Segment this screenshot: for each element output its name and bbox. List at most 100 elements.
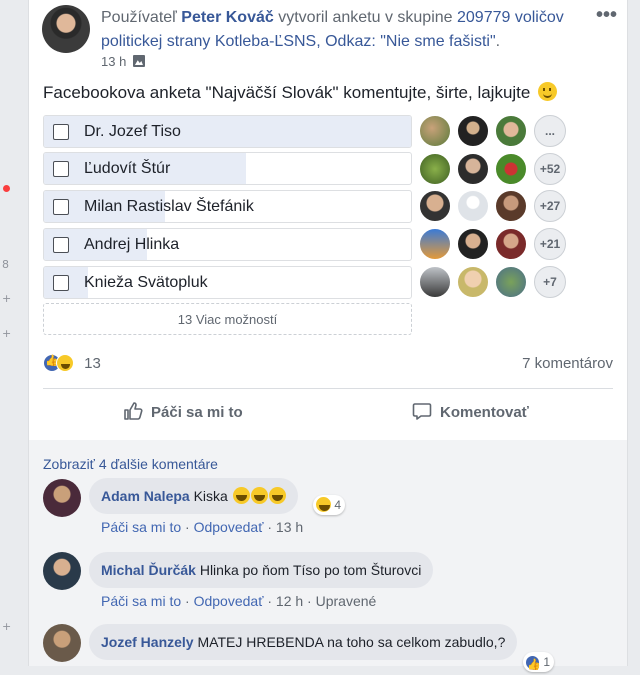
laughing-emoji-icon xyxy=(268,487,286,504)
voter-avatar[interactable] xyxy=(419,115,451,147)
like-label: Páči sa mi to xyxy=(151,404,243,421)
comment-reaction-badge[interactable]: 4 xyxy=(313,495,346,515)
more-options-icon[interactable]: ••• xyxy=(596,4,617,27)
voter-avatar[interactable] xyxy=(457,266,489,298)
poll-option-label: Ľudovít Štúr xyxy=(84,160,171,177)
comments-section: Zobraziť 4 ďalšie komentáre Adam Nalepa … xyxy=(29,440,627,675)
audience-icon[interactable] xyxy=(132,55,145,67)
poll-option-label: Dr. Jozef Tiso xyxy=(84,123,181,140)
comment-time[interactable]: 12 h xyxy=(276,593,303,609)
divider xyxy=(43,388,613,389)
poll-option[interactable]: Andrej Hlinka xyxy=(43,228,412,261)
comments-count-link[interactable]: 7 komentárov xyxy=(522,355,613,372)
poll-option-label: Knieža Svätopluk xyxy=(84,274,208,291)
poll-checkbox[interactable] xyxy=(53,199,69,215)
comment-like-link[interactable]: Páči sa mi to xyxy=(101,593,181,609)
comment-meta: Páči sa mi to · Odpovedať · 13 h xyxy=(101,519,303,535)
left-strip-char: + xyxy=(2,292,12,305)
comment-author[interactable]: Adam Nalepa xyxy=(101,488,190,504)
poll-option[interactable]: Knieža Svätopluk xyxy=(43,266,412,299)
poll-option[interactable]: Ľudovít Štúr xyxy=(43,152,412,185)
comment-reaction-count: 1 xyxy=(543,655,551,669)
separator: · xyxy=(185,519,190,535)
comment-like-link[interactable]: Páči sa mi to xyxy=(101,519,181,535)
comment-reaction-count: 4 xyxy=(334,498,342,512)
voter-avatar[interactable] xyxy=(457,115,489,147)
voter-avatar[interactable] xyxy=(457,228,489,260)
separator: · xyxy=(267,519,273,535)
reactions-summary[interactable]: 13 xyxy=(43,354,101,372)
voter-avatar[interactable] xyxy=(457,190,489,222)
more-voters-button[interactable]: +52 xyxy=(534,153,566,185)
like-reaction-icon xyxy=(525,655,541,675)
more-voters-button[interactable]: +21 xyxy=(534,228,566,260)
separator: · xyxy=(307,593,312,609)
poll-option[interactable]: Dr. Jozef Tiso xyxy=(43,115,412,148)
comment-author[interactable]: Jozef Hanzely xyxy=(101,634,194,650)
voter-avatar[interactable] xyxy=(419,228,451,260)
left-sidebar-edge: 8 + + + xyxy=(0,0,14,666)
post-time[interactable]: 13 h xyxy=(101,54,126,69)
view-more-comments-link[interactable]: Zobraziť 4 ďalšie komentáre xyxy=(43,456,218,472)
more-voters-button[interactable]: +27 xyxy=(534,190,566,222)
comment-bubble: Jozef Hanzely MATEJ HREBENDA na toho sa … xyxy=(89,624,518,660)
voter-avatar[interactable] xyxy=(495,153,527,185)
comment-reply-link[interactable]: Odpovedať xyxy=(194,593,264,609)
comment-icon xyxy=(412,403,432,420)
laughing-emoji-icon xyxy=(250,487,268,504)
poll-checkbox[interactable] xyxy=(53,161,69,177)
comment-bubble: Adam Nalepa Kiska xyxy=(89,478,298,514)
comment-button[interactable]: Komentovať xyxy=(412,401,529,421)
header-prefix: Používateľ xyxy=(101,9,177,26)
more-poll-options-button[interactable]: 13 Viac možností xyxy=(43,303,412,335)
poll-option[interactable]: Milan Rastislav Štefánik xyxy=(43,190,412,223)
voter-avatar[interactable] xyxy=(457,153,489,185)
notification-dot xyxy=(3,185,10,192)
header-action: vytvoril anketu v skupine xyxy=(278,9,453,26)
comment-meta: Páči sa mi to · Odpovedať · 12 h · Uprav… xyxy=(101,593,376,609)
more-voters-button[interactable]: +7 xyxy=(534,266,566,298)
poll-option-label: Andrej Hlinka xyxy=(84,236,180,253)
comment-author[interactable]: Michal Ďurčák xyxy=(101,562,196,578)
comment-text: Kiska xyxy=(193,488,228,504)
haha-reaction-icon xyxy=(316,497,331,512)
voter-avatar[interactable] xyxy=(419,153,451,185)
left-strip-char: + xyxy=(2,327,12,340)
smile-emoji-icon xyxy=(538,82,558,101)
comment-reply-link[interactable]: Odpovedať xyxy=(194,519,264,535)
header-end: . xyxy=(495,33,501,50)
more-voters-button[interactable]: ... xyxy=(534,115,566,147)
separator: · xyxy=(185,593,190,609)
commenter-avatar[interactable] xyxy=(43,552,81,590)
left-strip-char: + xyxy=(2,620,12,633)
comment-edited[interactable]: Upravené xyxy=(316,593,377,609)
post-card: Používateľ Peter Kováč vytvoril anketu v… xyxy=(28,0,628,675)
comment-label: Komentovať xyxy=(440,404,529,421)
reaction-count: 13 xyxy=(84,355,101,372)
voter-avatar[interactable] xyxy=(495,228,527,260)
haha-reaction-icon xyxy=(56,354,74,372)
comment-reaction-badge[interactable]: 1 xyxy=(523,652,555,675)
comment-time[interactable]: 13 h xyxy=(276,519,303,535)
voter-avatar[interactable] xyxy=(495,266,527,298)
comment-text: MATEJ HREBENDA na toho sa celkom zabudlo… xyxy=(197,634,506,650)
poll-checkbox[interactable] xyxy=(53,124,69,140)
like-button[interactable]: Páči sa mi to xyxy=(123,401,243,421)
commenter-avatar[interactable] xyxy=(43,479,81,517)
voter-avatar[interactable] xyxy=(495,190,527,222)
comment-text: Hlinka po ňom Tíso po tom Šturovci xyxy=(199,562,422,578)
voter-avatar[interactable] xyxy=(495,115,527,147)
comment-bubble: Michal Ďurčák Hlinka po ňom Tíso po tom … xyxy=(89,552,434,588)
voter-avatar[interactable] xyxy=(419,266,451,298)
post-status-text: Facebookova anketa "Najväčší Slovák" kom… xyxy=(43,82,558,103)
post-header: Používateľ Peter Kováč vytvoril anketu v… xyxy=(101,6,601,54)
author-avatar[interactable] xyxy=(42,5,90,53)
author-link[interactable]: Peter Kováč xyxy=(181,9,274,26)
laughing-emoji-icon xyxy=(232,487,250,504)
poll-checkbox[interactable] xyxy=(53,275,69,291)
voter-avatar[interactable] xyxy=(419,190,451,222)
thumbs-up-icon xyxy=(124,402,143,420)
poll-checkbox[interactable] xyxy=(53,237,69,253)
poll-option-label: Milan Rastislav Štefánik xyxy=(84,198,254,215)
commenter-avatar[interactable] xyxy=(43,624,81,662)
